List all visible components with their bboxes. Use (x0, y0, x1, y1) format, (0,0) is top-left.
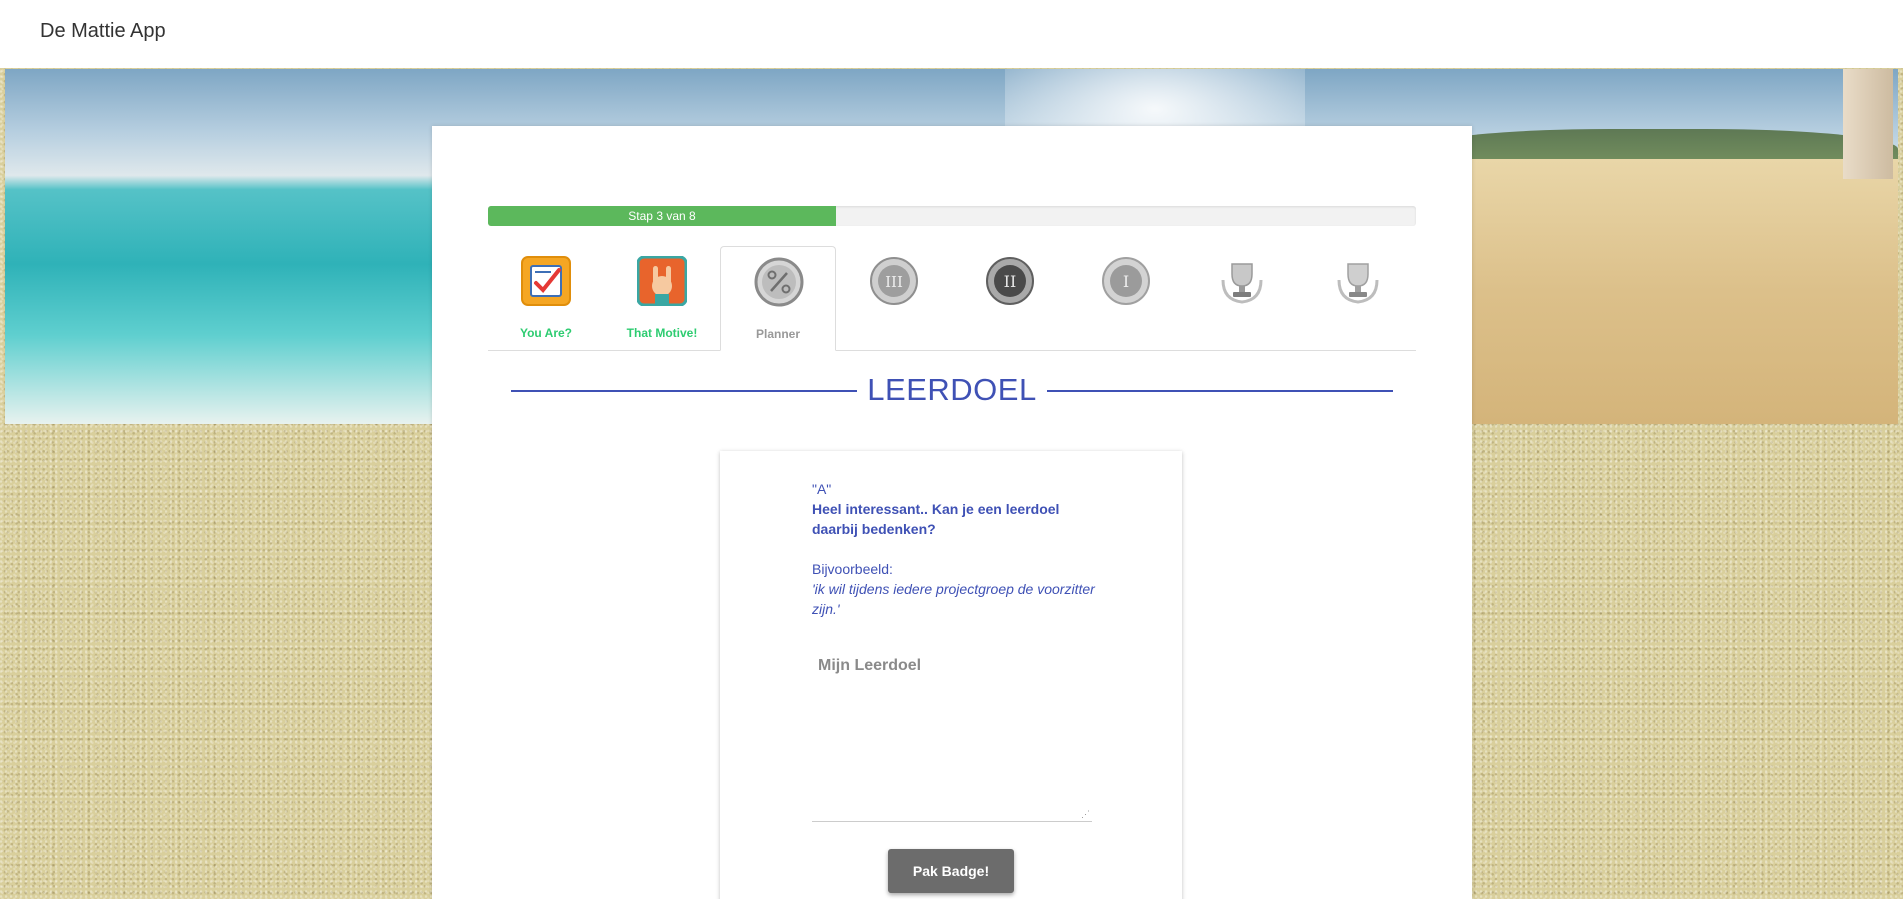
trophy-icon (1221, 263, 1263, 304)
roman-two-medal-icon: II (986, 257, 1034, 305)
learning-goal-field-wrap: ⋰ (812, 651, 1092, 822)
svg-text:I: I (1123, 272, 1129, 291)
tab-step-6[interactable]: I (1068, 246, 1184, 350)
rock-hand-icon (637, 256, 687, 306)
trophy-icon (1337, 263, 1379, 304)
progress-fill: Stap 3 van 8 (488, 206, 836, 226)
main-card: Stap 3 van 8 You Are? That Motive! Plann… (432, 126, 1472, 899)
question-card: "A" Heel interessant.. Kan je een leerdo… (720, 451, 1182, 899)
tab-step-7[interactable] (1184, 246, 1300, 350)
tab-label: That Motive! (626, 326, 698, 340)
svg-text:III: III (885, 273, 903, 291)
step-progress-bar: Stap 3 van 8 (488, 206, 1416, 226)
top-navbar: De Mattie App (0, 0, 1903, 68)
checklist-icon (521, 256, 571, 306)
example-label: Bijvoorbeeld: (812, 561, 893, 577)
banner-hotel (1843, 69, 1893, 179)
tab-that-motive[interactable]: That Motive! (604, 246, 720, 350)
answer-quote: "A" (812, 481, 832, 497)
step-tabs: You Are? That Motive! Planner III II I (488, 246, 1416, 351)
resize-grip-icon[interactable]: ⋰ (1081, 810, 1090, 819)
tab-step-4[interactable]: III (836, 246, 952, 350)
question-text: Heel interessant.. Kan je een leerdoel d… (812, 501, 1060, 537)
section-heading: LEERDOEL (511, 368, 1393, 412)
example-text: 'ik wil tijdens iedere projectgroep de v… (812, 581, 1095, 617)
tab-you-are[interactable]: You Are? (488, 246, 604, 350)
roman-three-medal-icon: III (870, 257, 918, 305)
tab-label: You Are? (519, 326, 572, 340)
heading-divider-right (1047, 390, 1393, 392)
svg-text:II: II (1004, 272, 1017, 291)
tab-step-5[interactable]: II (952, 246, 1068, 350)
tab-step-8[interactable] (1300, 246, 1416, 350)
question-content: "A" Heel interessant.. Kan je een leerdo… (812, 479, 1102, 619)
tab-planner[interactable]: Planner (720, 246, 836, 351)
app-title[interactable]: De Mattie App (40, 20, 166, 43)
tab-label: Planner (755, 327, 800, 341)
percent-icon (754, 257, 804, 307)
get-badge-button[interactable]: Pak Badge! (888, 849, 1014, 893)
roman-one-medal-icon: I (1102, 257, 1150, 305)
learning-goal-textarea[interactable] (812, 651, 1092, 821)
